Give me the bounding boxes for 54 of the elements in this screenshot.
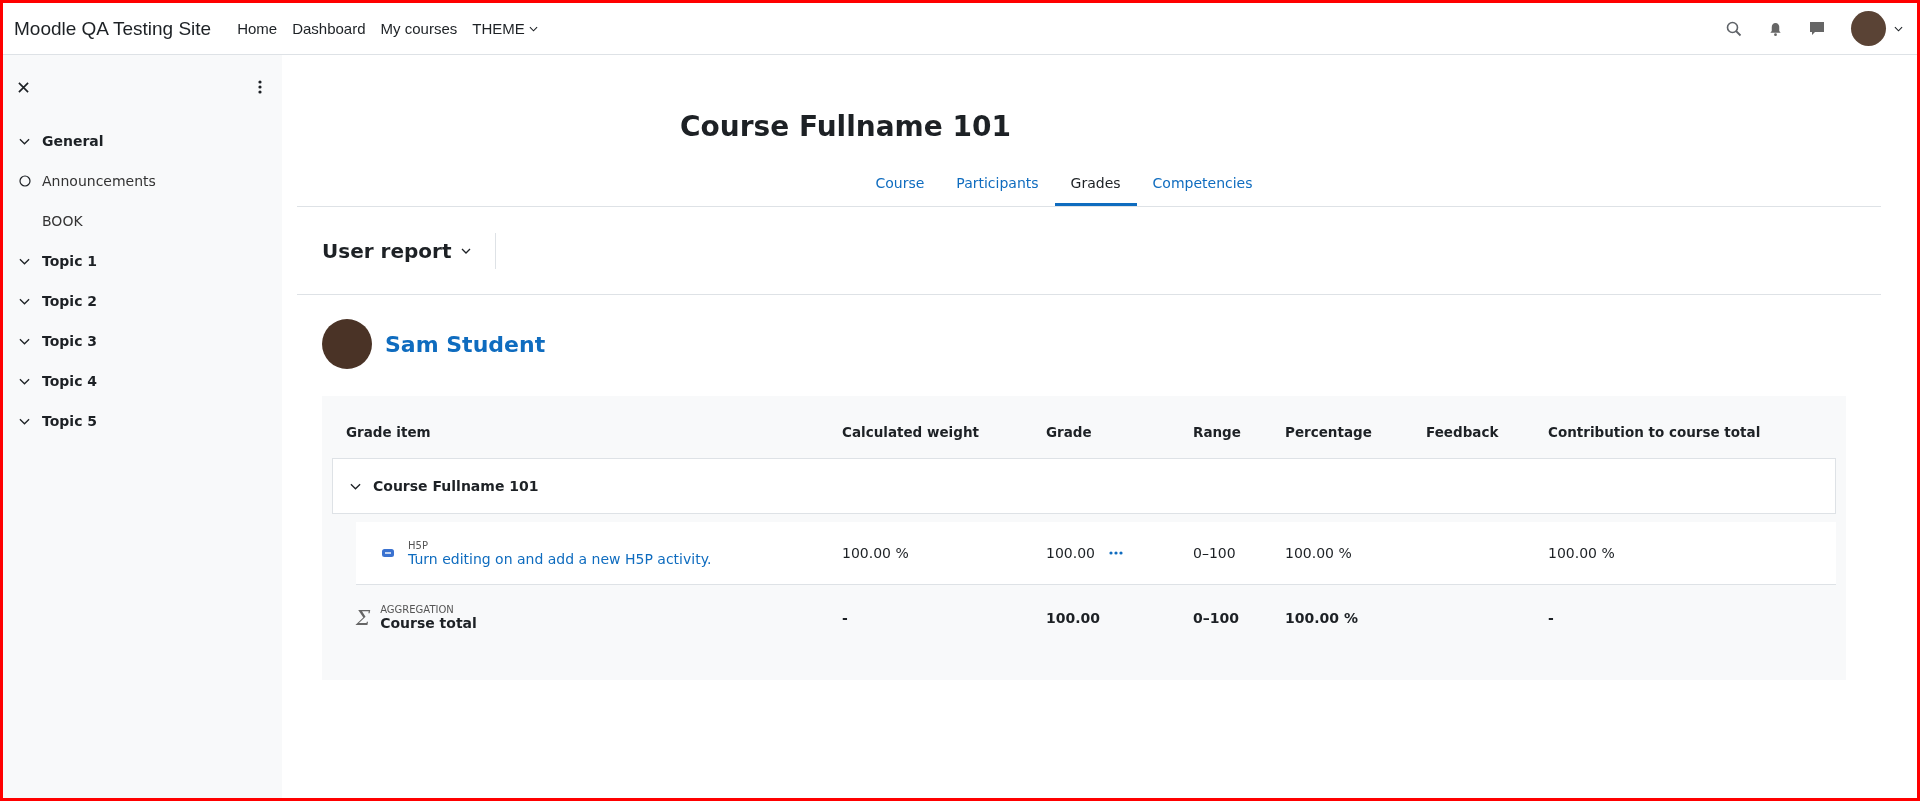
table-cell-text: 100.00 % — [1548, 545, 1616, 561]
activity-link[interactable]: Announcements — [42, 173, 156, 189]
nav-link[interactable]: Dashboard — [292, 20, 366, 37]
activity-link[interactable]: BOOK — [42, 213, 83, 229]
table-cell-text: - — [1548, 609, 1555, 626]
category-name: Course Fullname 101 — [373, 478, 539, 494]
section-link[interactable]: Topic 3 — [42, 333, 98, 349]
report-selector[interactable]: User report — [322, 238, 472, 263]
user-avatar[interactable] — [322, 319, 372, 369]
item-type: H5P — [408, 539, 429, 551]
grade-item-link[interactable]: Turn editing on and add a new H5P activity. — [408, 550, 712, 567]
nav-link[interactable]: Home — [237, 20, 278, 37]
column-header: Grade item — [345, 424, 432, 440]
column-header: Range — [1193, 424, 1242, 440]
course-title: Course Fullname 101 — [680, 110, 1012, 143]
column-header: Percentage — [1285, 424, 1373, 440]
column-header: Grade — [1046, 424, 1093, 440]
table-cell-text: 100.00 % — [842, 545, 910, 561]
nav-tab[interactable]: Participants — [940, 163, 1055, 206]
section-link[interactable]: Topic 2 — [42, 293, 98, 309]
bell-icon[interactable] — [1768, 20, 1783, 37]
section-link[interactable]: General — [42, 133, 104, 149]
nav-link[interactable]: THEME — [472, 20, 538, 37]
nav-tab[interactable]: Course — [859, 163, 941, 206]
caret-icon[interactable] — [1894, 25, 1903, 32]
caret-icon — [461, 247, 472, 254]
column-header: Feedback — [1426, 424, 1500, 440]
more-icon[interactable] — [258, 80, 262, 94]
column-header: Contribution to course total — [1548, 424, 1762, 440]
close-icon[interactable] — [18, 81, 29, 93]
chat-icon[interactable] — [1809, 20, 1825, 37]
user-name-link[interactable]: Sam Student — [385, 331, 546, 357]
nav-link[interactable]: My courses — [380, 20, 458, 37]
table-cell-text: 0–100 — [1193, 545, 1237, 561]
table-cell-text: 100.00 % — [1285, 609, 1359, 626]
table-cell: 100.00 — [1046, 545, 1095, 561]
nav-tab[interactable]: Competencies — [1136, 163, 1269, 206]
section-link[interactable]: Topic 5 — [42, 413, 98, 429]
section-link[interactable]: Topic 4 — [42, 373, 98, 389]
table-cell-text: 100.00 % — [1285, 545, 1353, 561]
table-cell-text: 0–100 — [1193, 609, 1240, 626]
section-link[interactable]: Topic 1 — [42, 253, 98, 269]
sigma-icon: Σ — [356, 605, 371, 630]
completion-circle-icon — [19, 175, 31, 187]
site-name[interactable]: Moodle QA Testing Site — [14, 17, 212, 40]
nav-tab[interactable]: Grades — [1054, 163, 1137, 206]
total-label: Course total — [380, 615, 477, 631]
column-header: Calculated weight — [842, 424, 980, 440]
item-type: AGGREGATION — [380, 604, 455, 615]
table-cell-text: 100.00 — [1046, 609, 1102, 626]
table-cell-text: - — [842, 609, 849, 626]
activity-icon — [382, 549, 394, 557]
search-icon[interactable] — [1726, 20, 1742, 37]
user-avatar[interactable] — [1851, 11, 1886, 46]
